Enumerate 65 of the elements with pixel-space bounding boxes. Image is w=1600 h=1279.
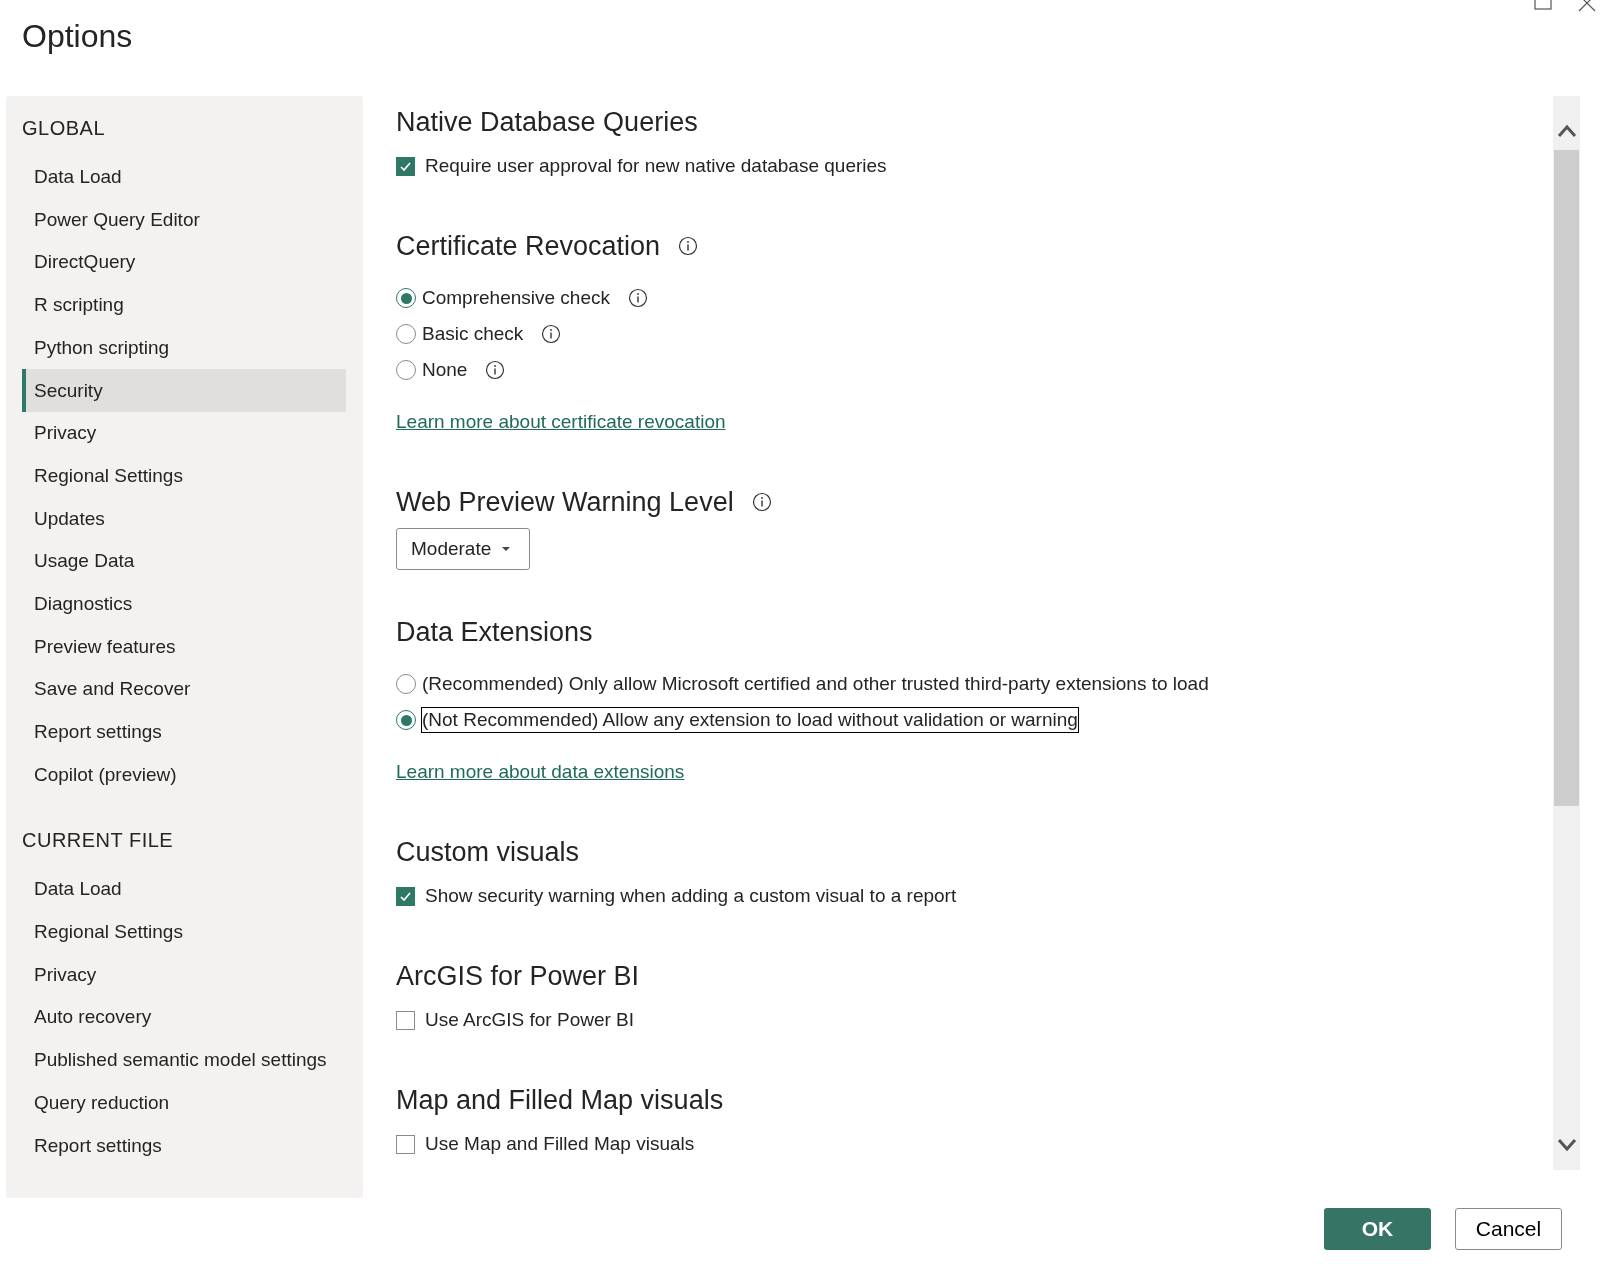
sidebar-item[interactable]: DirectQuery bbox=[22, 241, 346, 285]
window-title: Options bbox=[22, 17, 134, 56]
section-heading: ArcGIS for Power BI bbox=[396, 959, 640, 993]
learn-more-link[interactable]: Learn more about certificate revocation bbox=[396, 407, 726, 437]
sidebar-item[interactable]: Preview features bbox=[22, 625, 346, 669]
scroll-up-icon[interactable] bbox=[1556, 124, 1577, 138]
sidebar-item[interactable]: Published semantic model settings bbox=[22, 1039, 346, 1082]
scroll-down-icon[interactable] bbox=[1556, 1138, 1577, 1152]
sidebar-item[interactable]: Copilot (preview) bbox=[22, 753, 346, 797]
info-icon[interactable] bbox=[628, 288, 648, 308]
radio-label: None bbox=[422, 358, 468, 382]
radio-button[interactable] bbox=[396, 324, 416, 344]
radio-button[interactable] bbox=[396, 674, 416, 694]
sidebar-item[interactable]: Data Load bbox=[22, 156, 346, 199]
sidebar-item[interactable]: Data Load bbox=[22, 868, 346, 911]
info-icon[interactable] bbox=[678, 236, 699, 256]
sidebar-item[interactable]: Regional Settings bbox=[22, 454, 346, 498]
radio-label: (Recommended) Only allow Microsoft certified and other trusted third-party extensions to load bbox=[422, 672, 1209, 696]
sidebar-item[interactable]: Report settings bbox=[22, 710, 346, 754]
sidebar-item[interactable]: Privacy bbox=[22, 953, 346, 997]
sidebar-item[interactable]: Diagnostics bbox=[22, 582, 346, 626]
radio-label: Comprehensive check bbox=[422, 286, 610, 310]
radio-button[interactable] bbox=[396, 710, 416, 730]
checkbox-label: Require user approval for new native database queries bbox=[425, 153, 887, 178]
checkbox[interactable] bbox=[396, 886, 415, 906]
sidebar-item[interactable]: R scripting bbox=[22, 284, 346, 327]
checkbox[interactable] bbox=[396, 156, 415, 176]
checkbox-label: Use Map and Filled Map visuals bbox=[425, 1131, 695, 1156]
sidebar-item[interactable]: Power Query Editor bbox=[22, 198, 346, 242]
section-heading: Web Preview Warning Level bbox=[396, 485, 734, 519]
radio-label: (Not Recommended) Allow any extension to load without validation or warning bbox=[422, 708, 1078, 732]
section-heading: Certificate Revocation bbox=[396, 229, 661, 263]
info-icon[interactable] bbox=[751, 492, 772, 512]
sidebar-item[interactable]: Security bbox=[22, 369, 346, 413]
sidebar-item[interactable]: Privacy bbox=[22, 412, 346, 455]
caret-icon bbox=[501, 546, 512, 552]
section-heading: Map and Filled Map visuals bbox=[396, 1083, 724, 1117]
warning-level-dropdown[interactable]: Moderate bbox=[396, 528, 530, 570]
sidebar-heading: GLOBAL bbox=[21, 116, 107, 141]
scroll-thumb[interactable] bbox=[1554, 150, 1579, 806]
sidebar-item[interactable]: Usage Data bbox=[22, 540, 346, 583]
checkbox[interactable] bbox=[396, 1134, 415, 1154]
radio-label: Basic check bbox=[422, 322, 524, 346]
info-icon[interactable] bbox=[541, 324, 562, 344]
checkbox-label: Show security warning when adding a custom visual to a report bbox=[425, 883, 957, 908]
radio-button[interactable] bbox=[396, 288, 416, 308]
section-heading: Data Extensions bbox=[396, 615, 593, 649]
info-icon[interactable] bbox=[485, 360, 506, 380]
scrollbar[interactable] bbox=[1553, 96, 1580, 1170]
sidebar-item[interactable]: Updates bbox=[22, 497, 346, 541]
ok-button[interactable]: OK bbox=[1324, 1208, 1431, 1250]
section-heading: Native Database Queries bbox=[396, 105, 698, 139]
radio-button[interactable] bbox=[396, 360, 416, 380]
sidebar-item[interactable]: Report settings bbox=[22, 1124, 346, 1168]
sidebar-item[interactable]: Regional Settings bbox=[22, 911, 346, 954]
sidebar-item[interactable]: Python scripting bbox=[22, 326, 346, 370]
cancel-button[interactable]: Cancel bbox=[1455, 1208, 1562, 1250]
sidebar-item[interactable]: Query reduction bbox=[22, 1081, 346, 1125]
checkbox-label: Use ArcGIS for Power BI bbox=[425, 1007, 635, 1032]
learn-more-link[interactable]: Learn more about data extensions bbox=[396, 757, 685, 787]
checkbox[interactable] bbox=[396, 1010, 415, 1030]
sidebar-heading: CURRENT FILE bbox=[21, 828, 175, 854]
sidebar-item[interactable]: Auto recovery bbox=[22, 996, 346, 1040]
sidebar-item[interactable]: Save and Recover bbox=[22, 668, 346, 711]
section-heading: Custom visuals bbox=[396, 835, 580, 869]
